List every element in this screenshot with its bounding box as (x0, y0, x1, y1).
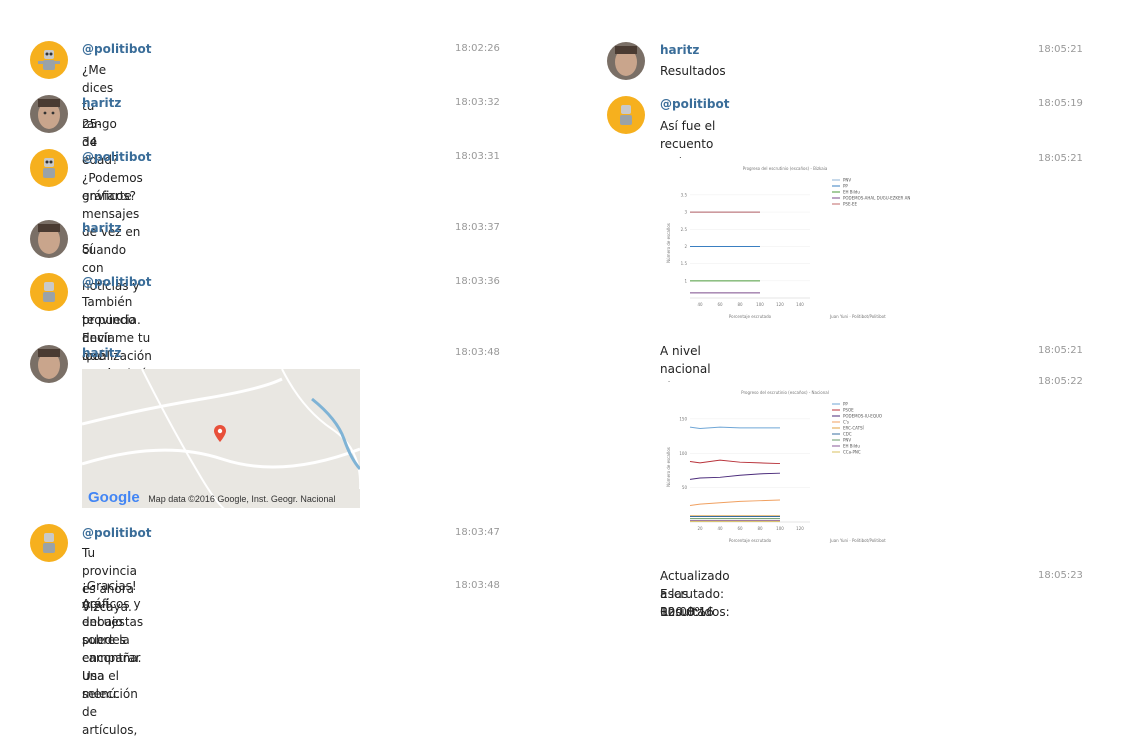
message-text: 25-34 (82, 117, 102, 149)
chart-title: Progreso del escrutinio (escaños) - Bizk… (743, 166, 828, 171)
x-tick-label: 40 (717, 526, 723, 531)
map-credit: Map data ©2016 Google, Inst. Geogr. Naci… (148, 494, 336, 504)
message-time: 18:03:47 (455, 527, 500, 538)
series-line (689, 499, 781, 506)
x-tick-label: 20 (697, 526, 703, 531)
x-tick-label: 100 (756, 302, 764, 307)
series-line (689, 426, 780, 430)
y-tick-label: 3.5 (681, 192, 688, 197)
y-axis-label: Número de escaños (666, 223, 671, 263)
message-time: 18:02:26 (455, 43, 500, 54)
y-tick-label: 1.5 (681, 261, 688, 266)
message-time: 18:05:21 (1038, 44, 1083, 55)
y-tick-label: 100 (679, 451, 687, 456)
chart-credit: Juan Yuni · Politibot/Politibot (829, 538, 886, 543)
y-tick-label: 2 (684, 244, 687, 249)
message-text: Resultados (660, 64, 726, 78)
politibot-avatar[interactable] (607, 96, 645, 134)
x-tick-label: 100 (776, 526, 784, 531)
x-tick-label: 140 (796, 302, 804, 307)
message-time: 18:03:36 (455, 276, 500, 287)
politibot-avatar[interactable] (30, 149, 68, 187)
message-text: Sí (82, 242, 93, 256)
legend-label: PSE-EE (843, 202, 857, 207)
x-axis-label: Porcentaje escrutado (729, 538, 772, 543)
legend-label: EH Bildu (843, 444, 860, 449)
y-axis-label: Número de escaños (666, 447, 671, 487)
message-time: 18:03:32 (455, 97, 500, 108)
x-tick-label: 80 (737, 302, 743, 307)
x-axis-label: Porcentaje escrutado (729, 314, 772, 319)
legend-label: PNV (843, 178, 851, 183)
sender-name[interactable]: @politibot (82, 275, 151, 289)
sender-name[interactable]: haritz (660, 43, 699, 57)
x-tick-label: 60 (737, 526, 743, 531)
series-line (689, 459, 781, 465)
legend-label: CCa-PNC (843, 450, 861, 455)
x-tick-label: 80 (757, 526, 763, 531)
sender-name[interactable]: haritz (82, 96, 121, 110)
legend-label: PODEMOS-AHAL DUGU-EZKER ANITZA-IU-EQUO (843, 196, 910, 201)
chart-title: Progreso del escrutinio (escaños) - Naci… (741, 390, 829, 395)
legend-label: PSOE (843, 408, 854, 413)
sender-name[interactable]: @politibot (82, 42, 151, 56)
x-tick-label: 120 (776, 302, 784, 307)
x-tick-label: 40 (697, 302, 703, 307)
haritz-avatar[interactable] (607, 42, 645, 80)
haritz-avatar[interactable] (30, 95, 68, 133)
chart-credit: Juan Yuni · Politibot/Politibot (829, 314, 886, 319)
chart-province-svg: Progreso del escrutinio (escaños) - Bizk… (666, 166, 938, 319)
haritz-avatar[interactable] (30, 345, 68, 383)
x-tick-label: 120 (796, 526, 804, 531)
chart-national-svg: Progreso del escrutinio (escaños) - Naci… (666, 390, 886, 543)
message-time: 18:03:48 (455, 347, 500, 358)
chart-province[interactable]: Progreso del escrutinio (escaños) - Bizk… (660, 158, 938, 328)
legend-label: PP (843, 184, 848, 189)
message-time: 18:03:37 (455, 222, 500, 233)
message-time: 18:03:48 (455, 580, 500, 591)
series-line (689, 472, 781, 480)
sender-name[interactable]: haritz (82, 346, 121, 360)
y-tick-label: 50 (682, 485, 688, 490)
y-tick-label: 2.5 (681, 227, 688, 232)
message-time: 18:05:19 (1038, 98, 1083, 109)
legend-label: PP (843, 402, 848, 407)
politibot-avatar[interactable] (30, 273, 68, 311)
legend-label: PODEMOS-IU-EQUO (843, 414, 882, 419)
message-time: 18:05:23 (1038, 570, 1083, 581)
sender-name[interactable]: @politibot (660, 97, 729, 111)
map-footer: Google Map data ©2016 Google, Inst. Geog… (88, 489, 335, 506)
sender-name[interactable]: haritz (82, 221, 121, 235)
sender-name[interactable]: @politibot (82, 526, 151, 540)
y-tick-label: 3 (684, 210, 687, 215)
legend-label: ERC-CATSÍ (843, 426, 865, 431)
legend-label: EH Bildu (843, 190, 860, 195)
message-time: 18:05:22 (1038, 376, 1083, 387)
map-pin-icon (214, 425, 226, 442)
legend-label: PNV (843, 438, 851, 443)
sender-name[interactable]: @politibot (82, 150, 151, 164)
message-text-line: Resultados: (660, 605, 730, 619)
politibot-avatar[interactable] (30, 41, 68, 79)
x-tick-label: 60 (717, 302, 723, 307)
google-logo: Google (88, 489, 140, 506)
message-text-line: gráficos y encuestas sobre la campaña. U… (82, 597, 144, 701)
y-tick-label: 1 (684, 278, 687, 283)
legend-label: C's (843, 420, 849, 425)
politibot-avatar[interactable] (30, 524, 68, 562)
haritz-avatar[interactable] (30, 220, 68, 258)
message-time: 18:03:31 (455, 151, 500, 162)
message-time: 18:05:21 (1038, 153, 1083, 164)
chart-national[interactable]: Progreso del escrutinio (escaños) - Naci… (660, 382, 910, 552)
message-time: 18:05:21 (1038, 345, 1083, 356)
location-map[interactable]: Google Map data ©2016 Google, Inst. Geog… (82, 369, 360, 508)
legend-label: CDC (843, 432, 852, 437)
y-tick-label: 150 (679, 416, 687, 421)
message-text-line: gráficos? (82, 189, 137, 203)
